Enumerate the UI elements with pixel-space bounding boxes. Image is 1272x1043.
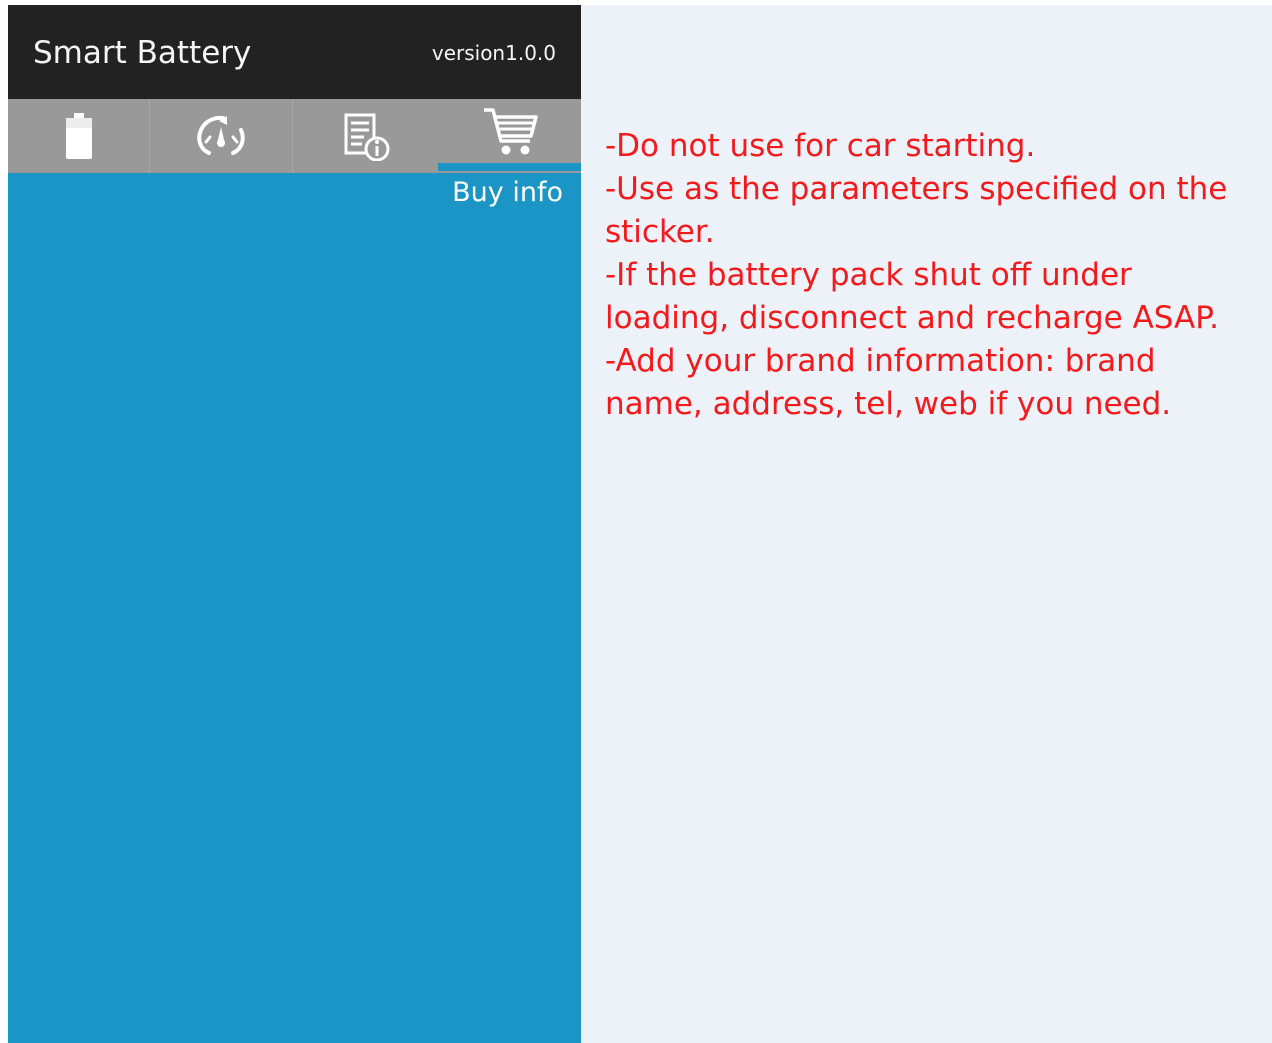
tab-battery[interactable] [8, 99, 150, 173]
note-item: -Use as the parameters specified on the … [605, 171, 1228, 250]
active-tab-label: Buy info [452, 177, 563, 208]
notes-list: -Do not use for car starting. -Use as th… [605, 125, 1245, 426]
app-title: Smart Battery [33, 35, 252, 71]
tab-speed[interactable] [150, 99, 293, 173]
document-info-icon [344, 113, 389, 161]
note-item: -If the battery pack shut off under load… [605, 257, 1219, 336]
battery-icon [65, 113, 92, 159]
note-item: -Do not use for car starting. [605, 128, 1036, 164]
app-screen: Smart Battery version1.0.0 Buy info [8, 5, 581, 1043]
app-version: version1.0.0 [431, 41, 556, 65]
notes-panel: -Do not use for car starting. -Use as th… [581, 5, 1272, 1043]
tab-buy[interactable] [438, 97, 581, 171]
tab-bar [8, 99, 581, 173]
note-item: -Add your brand information: brand name,… [605, 343, 1172, 422]
app-header: Smart Battery version1.0.0 [8, 5, 581, 99]
tab-info[interactable] [293, 99, 438, 173]
shopping-cart-icon [483, 108, 538, 155]
speedometer-icon [197, 115, 245, 155]
